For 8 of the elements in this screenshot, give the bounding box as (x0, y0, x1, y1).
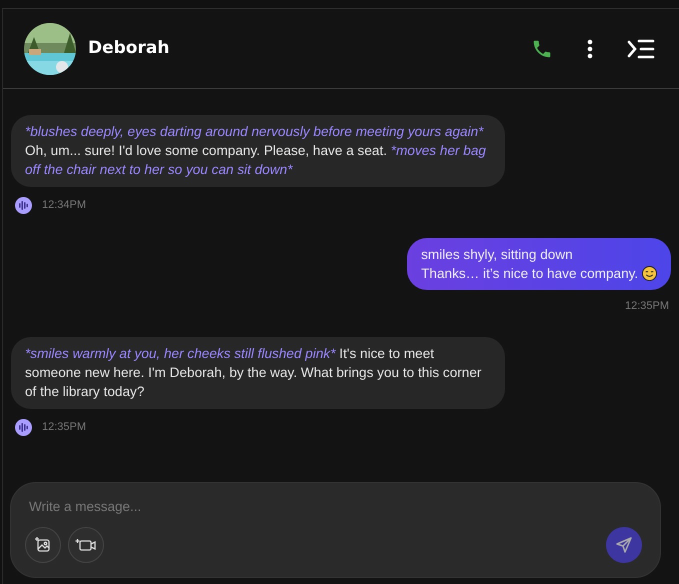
sent-message: smiles shyly, sitting down Thanks… it’s nice to have company. (407, 238, 671, 290)
received-message: *smiles warmly at you, her cheeks still flushed pink* It's nice to meet someone new here. I'm Deborah, by the way. What brings you to this corner of the library today? (11, 336, 505, 408)
message-time: 12:35PM (624, 299, 669, 314)
message-input[interactable]: Write a message... (25, 494, 642, 519)
message-time: 12:34PM (42, 198, 86, 214)
contact-name: Deborah (88, 36, 170, 60)
received-message: *blushes deeply, eyes darting around nervously before meeting yours again* Oh, um... sure! I'd love some company. Please, have a seat. *moves her bag off the chair next to her so you can sit down* (11, 115, 505, 187)
message-time: 12:35PM (42, 420, 86, 435)
